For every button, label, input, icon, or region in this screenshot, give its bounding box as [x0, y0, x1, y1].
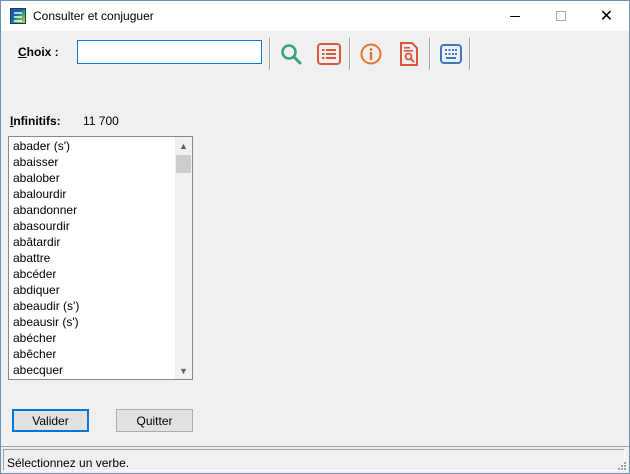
list-item[interactable]: abalourdir [9, 186, 175, 202]
status-bar: Sélectionnez un verbe. [1, 446, 629, 473]
app-icon [10, 8, 26, 24]
valider-button[interactable]: Valider [12, 409, 89, 432]
list-scrollbar[interactable]: ▲ ▼ [175, 137, 192, 379]
chevron-down-icon: ▼ [179, 365, 188, 376]
list-item[interactable]: abécher [9, 330, 175, 346]
infinitifs-count: 11 700 [83, 114, 119, 128]
status-text: Sélectionnez un verbe. [7, 456, 130, 470]
info-icon [360, 43, 382, 65]
maximize-button[interactable] [538, 1, 583, 31]
infinitifs-label: Infinitifs: [10, 114, 61, 128]
list-item[interactable]: abeausir (s') [9, 314, 175, 330]
toolbar-separator [469, 38, 471, 70]
scroll-down-button[interactable]: ▼ [175, 362, 192, 379]
keyboard-icon [440, 44, 462, 64]
list-item[interactable]: abaisser [9, 154, 175, 170]
list-item[interactable]: abalober [9, 170, 175, 186]
list-item[interactable]: abader (s') [9, 138, 175, 154]
list-item[interactable]: abêcher [9, 346, 175, 362]
close-button[interactable]: ✕ [584, 1, 629, 31]
title-bar[interactable]: Consulter et conjuguer ✕ [1, 1, 629, 31]
choix-label-accel: C [18, 45, 27, 59]
window-title: Consulter et conjuguer [33, 9, 154, 23]
scroll-up-button[interactable]: ▲ [175, 137, 192, 154]
search-button[interactable] [277, 40, 305, 68]
search-icon [281, 44, 302, 65]
keyboard-button[interactable] [437, 40, 465, 68]
scroll-thumb[interactable] [176, 155, 191, 173]
info-button[interactable] [357, 40, 385, 68]
close-icon: ✕ [599, 6, 614, 25]
choix-label-rest: hoix : [26, 45, 59, 59]
list-item[interactable]: abandonner [9, 202, 175, 218]
maximize-icon [555, 11, 566, 21]
infinitifs-label-rest: nfinitifs: [13, 114, 61, 128]
toolbar-separator [349, 38, 351, 70]
choix-label: Choix : [18, 45, 59, 59]
quitter-button[interactable]: Quitter [116, 409, 193, 432]
toolbar-separator [429, 38, 431, 70]
list-button[interactable] [315, 40, 343, 68]
toolbar: Choix : [1, 32, 629, 74]
chevron-up-icon: ▲ [179, 140, 188, 151]
list-item[interactable]: abcéder [9, 266, 175, 282]
list-item[interactable]: abattre [9, 250, 175, 266]
minimize-button[interactable] [492, 1, 537, 31]
verb-list: abader (s') abaisser abalober abalourdir aba… [9, 138, 175, 378]
verb-listbox[interactable]: abader (s') abaisser abalober abalourdir aba… [8, 136, 193, 380]
minimize-icon [509, 15, 520, 17]
list-item[interactable]: abasourdir [9, 218, 175, 234]
status-panel: Sélectionnez un verbe. [3, 449, 625, 471]
toolbar-separator [269, 38, 271, 70]
list-item[interactable]: abâtardir [9, 234, 175, 250]
document-search-button[interactable] [395, 40, 423, 68]
main-window: Consulter et conjuguer ✕ Choix : Infinit… [0, 0, 630, 474]
choix-input[interactable] [77, 40, 262, 64]
list-item[interactable]: abeaudir (s') [9, 298, 175, 314]
list-icon [317, 43, 341, 65]
document-search-icon [400, 42, 418, 66]
list-item[interactable]: abdiquer [9, 282, 175, 298]
resize-grip-icon[interactable] [617, 461, 627, 471]
list-item[interactable]: abecquer [9, 362, 175, 378]
